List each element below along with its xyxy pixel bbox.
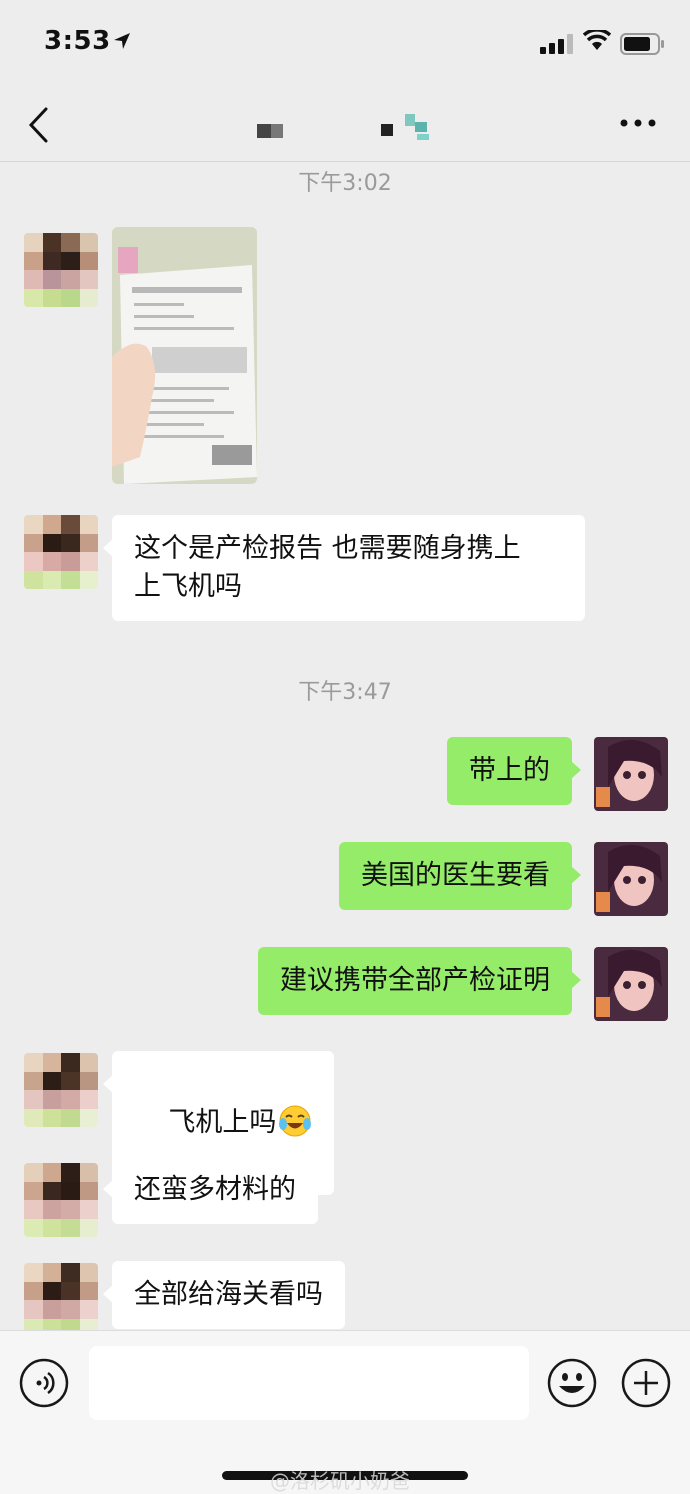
watermark: @洛杉矶小奶爸 (270, 1469, 410, 1493)
my-avatar[interactable] (594, 947, 668, 1021)
crying-laughing-emoji-icon (279, 1105, 312, 1137)
message-list[interactable]: 下午3:02 这个是产检报告 也需要随身携上 上飞机吗 下午3:47 带上的 美… (0, 163, 690, 1330)
contact-avatar-redacted[interactable] (24, 1163, 98, 1237)
chevron-left-icon[interactable] (26, 106, 52, 144)
message-bubble-sent[interactable]: 建议携带全部产检证明 (258, 947, 581, 1015)
cellular-signal-icon (540, 34, 573, 54)
message-bubble-sent[interactable]: 美国的医生要看 (339, 842, 581, 910)
smiley-icon[interactable] (547, 1358, 597, 1408)
shared-photo-prenatal-report[interactable] (112, 227, 257, 484)
contact-avatar-redacted[interactable] (24, 1053, 98, 1127)
my-avatar[interactable] (594, 737, 668, 811)
chat-header (0, 90, 690, 162)
timestamp: 下午3:02 (298, 171, 392, 196)
status-bar: 3:53 (0, 0, 690, 90)
wifi-icon (583, 30, 611, 50)
message-bubble-received[interactable]: 还蛮多材料的 (103, 1156, 318, 1224)
contact-name-redacted (257, 114, 429, 140)
contact-avatar-redacted[interactable] (24, 515, 98, 589)
battery-icon (620, 33, 664, 55)
message-bubble-sent[interactable]: 带上的 (447, 737, 581, 805)
message-bubble-received[interactable]: 全部给海关看吗 (103, 1261, 345, 1329)
status-time: 3:53 (44, 26, 111, 56)
contact-avatar-redacted[interactable] (24, 1263, 98, 1330)
timestamp: 下午3:47 (298, 680, 392, 705)
my-avatar[interactable] (594, 842, 668, 916)
plus-icon[interactable] (621, 1358, 671, 1408)
message-input[interactable] (89, 1346, 529, 1420)
input-bar: @洛杉矶小奶爸 (0, 1330, 690, 1494)
voice-icon[interactable] (19, 1358, 69, 1408)
message-bubble-received[interactable]: 这个是产检报告 也需要随身携上 上飞机吗 (103, 515, 585, 621)
message-text: 飞机上吗 (168, 1107, 277, 1138)
contact-avatar-redacted[interactable] (24, 233, 98, 307)
location-arrow-icon (114, 33, 130, 49)
more-dots-icon[interactable] (620, 118, 656, 128)
